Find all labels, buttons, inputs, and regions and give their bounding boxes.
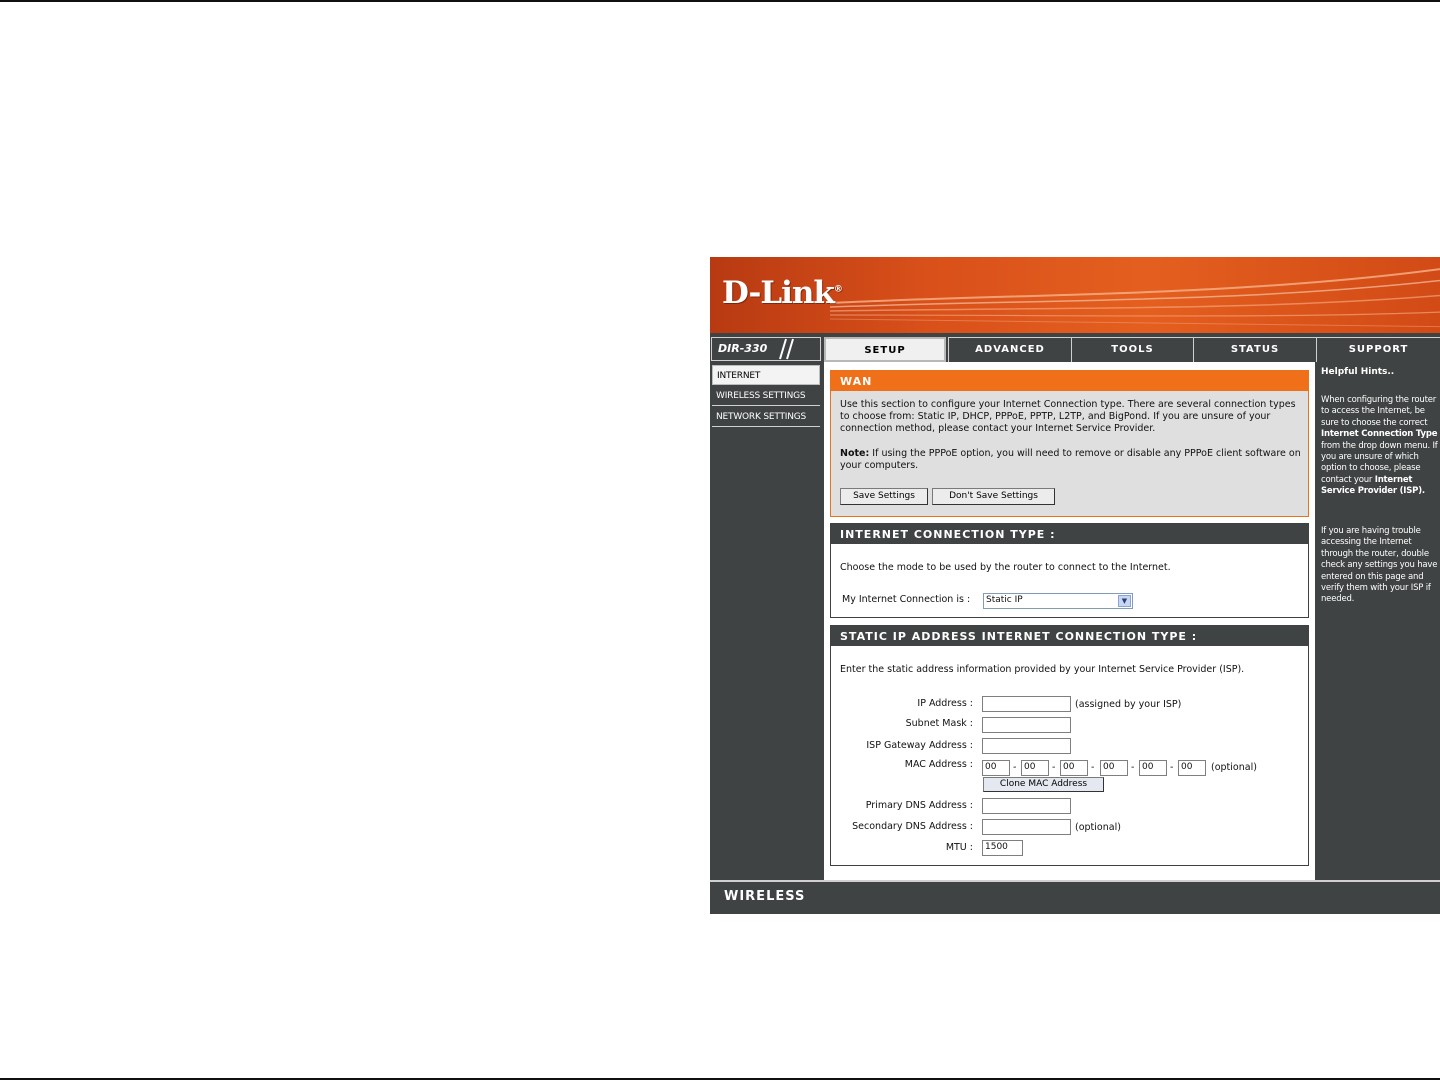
clone-mac-address-button[interactable]: Clone MAC Address [983, 777, 1104, 792]
mac-separator: - [1170, 762, 1174, 773]
connection-type-select[interactable]: Static IP ▼ [983, 593, 1133, 609]
ip-address-hint: (assigned by your ISP) [1075, 699, 1182, 710]
primary-dns-label: Primary DNS Address : [865, 800, 973, 811]
hints-paragraph-2: If you are having trouble accessing the … [1321, 526, 1438, 605]
dlink-logo: D-Link® [722, 275, 843, 311]
mtu-field[interactable]: 1500 [982, 840, 1023, 856]
wan-description: Use this section to configure your Inter… [840, 399, 1296, 434]
connection-select-label: My Internet Connection is : [842, 594, 971, 605]
model-name: DIR-330 [718, 342, 768, 355]
gateway-address-field[interactable] [982, 738, 1071, 754]
sidebar: INTERNET WIRELESS SETTINGS NETWORK SETTI… [710, 362, 822, 880]
note-label: Note: [840, 448, 870, 459]
footer-bar: WIRELESS [710, 880, 1440, 914]
gateway-address-label: ISP Gateway Address : [866, 740, 973, 751]
internet-connection-type-section: INTERNET CONNECTION TYPE : Choose the mo… [830, 523, 1309, 618]
mac-octet-6-field[interactable]: 00 [1178, 760, 1206, 776]
subnet-mask-field[interactable] [982, 717, 1071, 733]
tab-setup[interactable]: SETUP [824, 337, 946, 362]
wan-panel: WAN Use this section to configure your I… [830, 370, 1309, 517]
note-text: If using the PPPoE option, you will need… [840, 448, 1301, 471]
mac-octet-1-field[interactable]: 00 [982, 760, 1010, 776]
sidebar-item-network-settings[interactable]: NETWORK SETTINGS [712, 407, 820, 427]
mac-separator: - [1052, 762, 1056, 773]
chevron-down-icon[interactable]: ▼ [1118, 595, 1131, 607]
tab-status[interactable]: STATUS [1193, 337, 1316, 362]
sidebar-item-wireless-settings[interactable]: WIRELESS SETTINGS [712, 386, 820, 406]
mac-octet-4-field[interactable]: 00 [1100, 760, 1128, 776]
top-navigation: DIR-330 SETUP ADVANCED TOOLS STATUS SUPP… [710, 335, 1440, 362]
tab-tools[interactable]: TOOLS [1071, 337, 1193, 362]
secondary-dns-label: Secondary DNS Address : [852, 821, 973, 832]
sidebar-item-internet[interactable]: INTERNET [712, 365, 820, 385]
mac-octet-3-field[interactable]: 00 [1060, 760, 1088, 776]
banner-swoosh-decoration [830, 268, 1440, 328]
secondary-dns-hint: (optional) [1075, 822, 1121, 833]
ip-address-label: IP Address : [917, 698, 973, 709]
main-content: WAN Use this section to configure your I… [824, 362, 1315, 880]
wan-title: WAN [831, 371, 1308, 391]
secondary-dns-field[interactable] [982, 819, 1071, 835]
static-ip-description: Enter the static address information pro… [840, 664, 1245, 675]
model-badge: DIR-330 [711, 337, 821, 361]
wan-note: Note: If using the PPPoE option, you wil… [840, 448, 1302, 472]
section-title: STATIC IP ADDRESS INTERNET CONNECTION TY… [831, 626, 1308, 646]
hints-paragraph-1: When configuring the router to access th… [1321, 395, 1438, 497]
tab-advanced[interactable]: ADVANCED [948, 337, 1071, 362]
primary-dns-field[interactable] [982, 798, 1071, 814]
ip-address-field[interactable] [982, 696, 1071, 712]
mac-separator: - [1131, 762, 1135, 773]
mac-address-hint: (optional) [1211, 762, 1257, 773]
mac-address-label: MAC Address : [904, 759, 973, 770]
router-screenshot: D-Link® DIR-330 SETUP ADVANCED TOOLS STA… [710, 257, 1440, 914]
page-top-rule [0, 0, 1440, 2]
mac-octet-5-field[interactable]: 00 [1139, 760, 1167, 776]
subnet-mask-label: Subnet Mask : [905, 718, 973, 729]
trademark-mark: ® [833, 284, 843, 295]
dont-save-settings-button[interactable]: Don't Save Settings [932, 488, 1055, 505]
header-banner: D-Link® [710, 257, 1440, 333]
hints-title: Helpful Hints.. [1321, 367, 1395, 377]
selected-connection-type: Static IP [986, 595, 1023, 605]
section-title: INTERNET CONNECTION TYPE : [831, 524, 1308, 544]
tab-support[interactable]: SUPPORT [1316, 337, 1440, 362]
mac-octet-2-field[interactable]: 00 [1021, 760, 1049, 776]
helpful-hints-panel: Helpful Hints.. When configuring the rou… [1317, 362, 1440, 880]
page-bottom-rule [0, 1078, 1440, 1080]
save-settings-button[interactable]: Save Settings [840, 488, 928, 505]
mtu-label: MTU : [945, 842, 973, 853]
static-ip-section: STATIC IP ADDRESS INTERNET CONNECTION TY… [830, 625, 1309, 866]
connection-type-description: Choose the mode to be used by the router… [840, 562, 1171, 573]
mac-separator: - [1091, 762, 1095, 773]
footer-wireless-label: WIRELESS [724, 889, 806, 904]
double-slash-icon [779, 338, 794, 360]
mac-separator: - [1013, 762, 1017, 773]
